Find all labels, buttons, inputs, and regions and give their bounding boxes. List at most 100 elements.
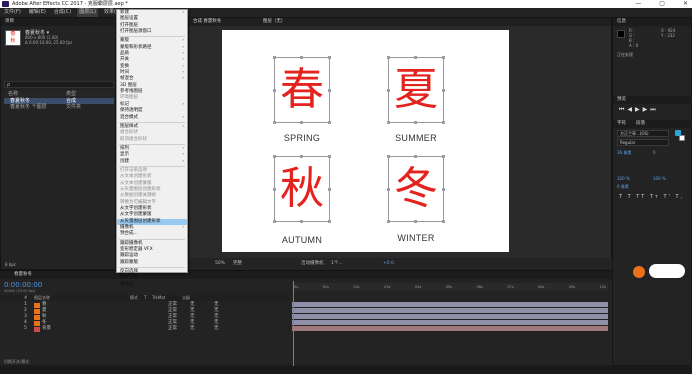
season-autumn[interactable]: 秋 AUTUMN [273,155,331,246]
tab-paragraph[interactable]: 段落 [636,120,645,128]
stroke-color-swatch[interactable] [679,135,685,141]
menu-file[interactable]: 文件(F) [2,8,23,17]
menu-separator [119,238,185,240]
text-style-buttons[interactable]: T T TT Tт T' T, [619,194,684,200]
exposure-value[interactable]: +0.0 [383,258,394,270]
summer-glyph: 夏 [394,64,438,115]
record-widget-icon[interactable] [633,266,645,278]
layer-color-icon [34,308,40,314]
character-tabs: 字符 段落 [613,120,692,128]
timeline-comp-tab[interactable]: 春夏秋冬 [14,272,32,277]
layer-duration-bar[interactable] [292,320,608,325]
speed-widget[interactable] [649,264,685,278]
font-family-select[interactable]: 方正兰亭...(OS) [617,130,669,137]
viewer-toolbar: 50% 完整 活动摄像机 1个... +0.0 [189,258,613,270]
minimize-button[interactable]: — [635,0,641,8]
tab-character[interactable]: 字符 [617,120,626,128]
column-trkmat[interactable]: TrkMat [152,295,182,301]
column-name[interactable]: 名称 [4,91,66,97]
column-parent[interactable]: 父级 [182,295,190,301]
time-ruler[interactable]: 0s 01s 02s 03s 04s 05s 06s 07s 08s 09s 10s [292,283,608,291]
menu-separator [119,143,185,145]
menu-item[interactable]: 混合模式 › [117,115,187,121]
toggle-switches-modes[interactable]: 切换开关/模式 [4,359,29,365]
playhead[interactable] [293,281,294,366]
composition-canvas[interactable]: 春 SPRING 夏 SUMMER 秋 AUTUMN 冬 WINTER [222,30,509,252]
layer-duration-bar[interactable] [292,308,608,313]
camera-select[interactable]: 活动摄像机 [301,258,324,270]
zoom-select[interactable]: 50% [215,258,225,270]
baseline-shift-value[interactable]: 0 像素 [617,184,629,190]
tab-preview[interactable]: 预览 [613,96,692,104]
layer-columns: # 图层名称 模式 T TrkMat 父级 [0,295,290,301]
column-layer-name[interactable]: 图层名称 [34,295,130,301]
tracking-value[interactable]: 0 [653,150,656,155]
quality-select[interactable]: 完整 [233,258,242,270]
winter-glyph: 冬 [394,163,438,214]
season-winter[interactable]: 冬 WINTER [387,155,445,246]
season-summer[interactable]: 夏 SUMMER [387,56,445,147]
menu-bar: 文件(F) 编辑(E) 合成(C) 图层(L) 效果(T) 动画 [0,8,692,17]
menu-separator [119,121,185,123]
menu-item[interactable]: 跟踪蒙版 [117,260,187,266]
project-panel: 项目 春秋 春夏秋冬 ▾ 800 x 800 (1.00) Δ 0:00:10:… [0,17,116,270]
layer-duration-bar[interactable] [292,302,608,307]
menu-item[interactable]: 创建 › [117,159,187,165]
column-t: T [144,295,147,300]
comp-duration: Δ 0:00:10:00, 25.00 fps [25,40,73,45]
spring-glyph: 春 [280,64,324,115]
menu-item[interactable]: 重命名 [117,282,187,288]
color-swatch [617,30,625,38]
font-style-select[interactable]: Regular [617,139,669,146]
column-mode[interactable]: 模式 [130,295,144,301]
status-bar [0,366,692,374]
font-size-value[interactable]: 36 像素 [617,150,631,156]
layer-row[interactable]: 5 背景 正常 无 无 [0,326,290,332]
column-number: # [24,295,28,300]
menu-edit[interactable]: 编辑(E) [27,8,48,17]
tab-info[interactable]: 信息 [613,18,691,26]
title-bar: Adobe After Effects CC 2017 - 克服霸层层.aep … [0,0,692,8]
tab-project[interactable]: 项目 [1,18,115,26]
maximize-button[interactable]: ▢ [659,0,665,8]
menu-item[interactable]: 取消组合形状 [117,137,187,143]
column-type[interactable]: 类型 [66,91,76,97]
tab-layer[interactable]: 图层（无） [263,19,286,24]
bit-depth[interactable]: 8 bpc [5,262,16,267]
close-button[interactable]: ✕ [683,0,688,8]
timecode-frames: 00000 (25.00 fps) [4,289,36,293]
tab-composition[interactable]: 合成 春夏秋冬 [193,19,221,24]
menu-separator [119,165,185,167]
menu-composition[interactable]: 合成(C) [52,8,73,17]
layer-duration-bar[interactable] [292,314,608,319]
season-spring[interactable]: 春 SPRING [273,56,331,147]
vertical-scale-value[interactable]: 100 % [617,176,630,181]
window-title: Adobe After Effects CC 2017 - 克服霸层层.aep … [12,1,128,7]
project-search-input[interactable]: ρ [4,81,114,88]
viewer-tabs: 合成 春夏秋冬 图层（无） [189,18,611,26]
right-panels: 信息 R :G :B :A : 0 X : 924 Y : 232 正在处理 预览… [612,17,692,366]
timeline-panel: 春夏秋冬 0:00:00:00 00000 (25.00 fps) # 图层名称… [0,270,612,366]
after-effects-logo-icon [2,1,9,7]
layer-color-icon [34,326,40,332]
spring-label: SPRING [283,133,321,143]
project-item-type: 文件夹 [66,104,82,110]
menu-item[interactable]: 打开图层源窗口 [117,29,187,35]
horizontal-scale-value[interactable]: 100 % [653,176,666,181]
layer-menu-dropdown: 新建 › 图层设置 打开图层 打开图层源窗口 蒙版 › 蒙版和形状路径 › 品质 › 开关 › 变换 › 时间… [116,9,188,287]
comp-thumbnail: 春秋 [5,30,21,46]
views-select[interactable]: 1个... [331,258,343,270]
project-columns: 名称 类型 [4,91,114,97]
info-status: 正在处理 [617,52,633,57]
menu-item[interactable]: 预合成... [117,231,187,237]
layer-duration-bar[interactable] [292,326,608,331]
autumn-glyph: 秋 [280,163,324,214]
playback-controls[interactable]: ⏮◀▶▶⏭ [619,106,659,114]
layer-color-icon [34,314,40,320]
info-xy: X : 924 Y : 232 [661,28,676,38]
current-timecode[interactable]: 0:00:00:00 [4,281,42,289]
menu-layer[interactable]: 图层(L) [77,8,98,17]
layer-color-icon [34,302,40,308]
project-item[interactable]: 春夏秋冬 个图层 文件夹 [4,104,114,110]
project-item-name: 春夏秋冬 个图层 [10,104,47,110]
